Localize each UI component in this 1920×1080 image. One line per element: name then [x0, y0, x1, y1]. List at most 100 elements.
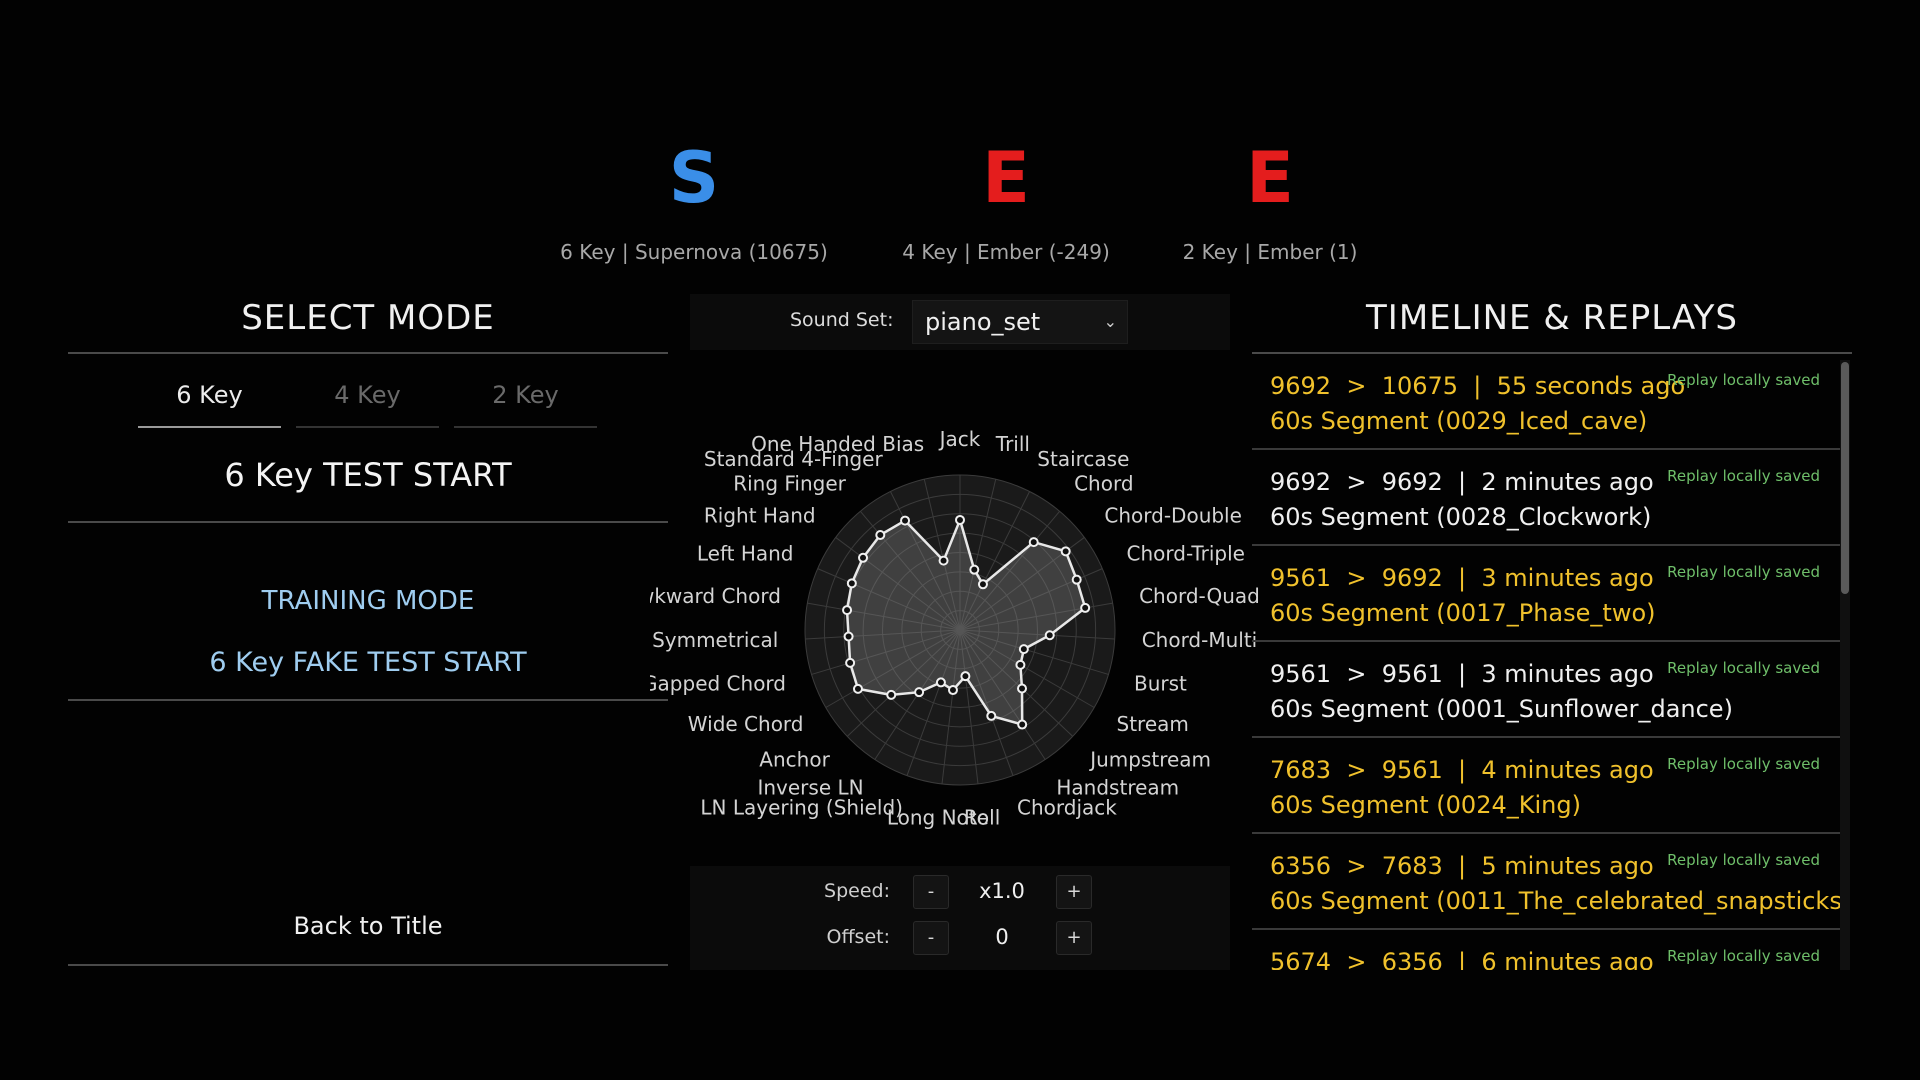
radar-axis-label: Wide Chord	[688, 712, 804, 736]
radar-axis-label: Gapped Chord	[650, 672, 786, 696]
radar-point	[858, 552, 869, 563]
radar-axis-label: Right Hand	[704, 504, 816, 528]
radar-point	[1017, 719, 1028, 730]
radar-point	[935, 677, 946, 688]
timeline-item[interactable]: 5674 > 6356 | 6 minutes ago Replay local…	[1252, 930, 1840, 970]
speed-value: x1.0	[979, 879, 1025, 903]
radar-axis-label: Left Hand	[697, 542, 794, 566]
offset-decrease-button[interactable]: -	[913, 921, 949, 955]
timeline-item[interactable]: 7683 > 9561 | 4 minutes ago 60s Segment …	[1252, 738, 1840, 834]
radar-point	[938, 555, 949, 566]
timeline-segment: 60s Segment (0028_Clockwork)	[1270, 503, 1652, 531]
timeline-score: 6356 > 7683 | 5 minutes ago	[1270, 852, 1654, 880]
sound-set-value: piano_set	[925, 308, 1041, 336]
radar-point	[886, 689, 897, 700]
chevron-down-icon: ⌄	[1103, 312, 1117, 331]
timeline-score: 5674 > 6356 | 6 minutes ago	[1270, 948, 1654, 970]
radar-point	[977, 579, 988, 590]
radar-point	[1060, 546, 1071, 557]
timeline-segment: 60s Segment (0011_The_celebrated_snapsti…	[1270, 887, 1840, 915]
timeline-item[interactable]: 6356 > 7683 | 5 minutes ago 60s Segment …	[1252, 834, 1840, 930]
timeline-scrollbar-thumb[interactable]	[1841, 362, 1849, 594]
offset-value: 0	[995, 925, 1009, 949]
tab-6-key[interactable]: 6 Key	[138, 374, 281, 428]
speed-decrease-button[interactable]: -	[913, 875, 949, 909]
radar-point	[1080, 602, 1091, 613]
divider	[68, 521, 668, 523]
radar-axis-label: Awkward Chord	[650, 584, 781, 608]
radar-point	[986, 710, 997, 721]
tab-4-key[interactable]: 4 Key	[296, 374, 439, 428]
radar-axis-label: Staircase	[1037, 447, 1129, 471]
timeline-item[interactable]: 9692 > 9692 | 2 minutes ago 60s Segment …	[1252, 450, 1840, 546]
sound-set-label: Sound Set:	[790, 309, 894, 331]
timeline-segment: 60s Segment (0029_Iced_cave)	[1270, 407, 1648, 435]
timeline-score: 7683 > 9561 | 4 minutes ago	[1270, 756, 1654, 784]
training-mode-button[interactable]: TRAINING MODE	[68, 586, 668, 616]
rank-label: 6 Key | Supernova (10675)	[560, 240, 828, 264]
rank-letter: S	[668, 137, 720, 219]
radar-point	[842, 605, 853, 616]
radar-point	[960, 671, 971, 682]
radar-point	[1017, 683, 1028, 694]
radar-axis-label: Jack	[938, 427, 981, 451]
timeline-score: 9561 > 9692 | 3 minutes ago	[1270, 564, 1654, 592]
radar-axis-label: Ring Finger	[733, 472, 846, 496]
radar-point	[852, 683, 863, 694]
offset-label: Offset:	[826, 926, 891, 948]
radar-point	[947, 685, 958, 696]
replay-saved-badge: Replay locally saved	[1667, 467, 1820, 485]
radar-point	[1015, 659, 1026, 670]
timeline-segment: 60s Segment (0024_King)	[1270, 791, 1581, 819]
divider	[68, 352, 668, 354]
fake-test-start-button[interactable]: 6 Key FAKE TEST START	[68, 647, 668, 678]
radar-axis-label: Chord-Double	[1104, 504, 1242, 528]
radar-axis-label: Symmetrical	[652, 628, 778, 652]
radar-point	[845, 657, 856, 668]
rank-letter: E	[1246, 137, 1294, 219]
radar-point	[1044, 630, 1055, 641]
offset-increase-button[interactable]: +	[1056, 921, 1092, 955]
radar-point	[1018, 644, 1029, 655]
radar-axis-label: Trill	[995, 432, 1030, 456]
radar-axis-label: Jumpstream	[1088, 747, 1211, 771]
timeline-segment: 60s Segment (0017_Phase_two)	[1270, 599, 1656, 627]
timeline-item[interactable]: 9561 > 9692 | 3 minutes ago 60s Segment …	[1252, 546, 1840, 642]
timeline-item[interactable]: 9561 > 9561 | 3 minutes ago 60s Segment …	[1252, 642, 1840, 738]
radar-axis-label: Stream	[1117, 712, 1189, 736]
divider	[68, 699, 668, 701]
radar-point	[843, 631, 854, 642]
replay-saved-badge: Replay locally saved	[1667, 851, 1820, 869]
timeline-segment: 60s Segment (0001_Sunflower_dance)	[1270, 695, 1733, 723]
radar-axis-label: Chordjack	[1017, 796, 1117, 820]
back-to-title-button[interactable]: Back to Title	[68, 912, 668, 940]
rank-label: 2 Key | Ember (1)	[1182, 240, 1358, 264]
sound-set-dropdown[interactable]: piano_set ⌄	[912, 300, 1128, 344]
radar-point	[914, 687, 925, 698]
timeline-title: TIMELINE & REPLAYS	[1366, 298, 1738, 338]
replay-saved-badge: Replay locally saved	[1667, 563, 1820, 581]
key-tabs: 6 Key 4 Key 2 Key	[138, 374, 597, 428]
radar-axis-label: Inverse LN	[757, 776, 863, 800]
timeline-list: 9692 > 10675 | 55 seconds ago 60s Segmen…	[1252, 354, 1840, 970]
radar-point	[900, 515, 911, 526]
radar-point	[1071, 574, 1082, 585]
radar-point	[1028, 537, 1039, 548]
test-start-button[interactable]: 6 Key TEST START	[68, 456, 668, 494]
radar-axis-label: Chord-Triple	[1127, 542, 1245, 566]
radar-axis-label: One Handed Bias	[751, 432, 924, 456]
radar-point	[875, 530, 886, 541]
replay-saved-badge: Replay locally saved	[1667, 947, 1820, 965]
speed-label: Speed:	[824, 880, 890, 902]
rank-2key: E 2 Key | Ember (1)	[1110, 138, 1430, 264]
timeline-score: 9561 > 9561 | 3 minutes ago	[1270, 660, 1654, 688]
radar-axis-label: Chord-Quad	[1139, 584, 1260, 608]
timeline-item[interactable]: 9692 > 10675 | 55 seconds ago 60s Segmen…	[1252, 354, 1840, 450]
radar-axis-label: Chord	[1074, 472, 1133, 496]
radar-axis-label: Chord-Multi	[1142, 628, 1258, 652]
tab-2-key[interactable]: 2 Key	[454, 374, 597, 428]
timeline-score: 9692 > 10675 | 55 seconds ago	[1270, 372, 1686, 400]
speed-increase-button[interactable]: +	[1056, 875, 1092, 909]
select-mode-title: SELECT MODE	[241, 298, 495, 338]
radar-point	[846, 578, 857, 589]
